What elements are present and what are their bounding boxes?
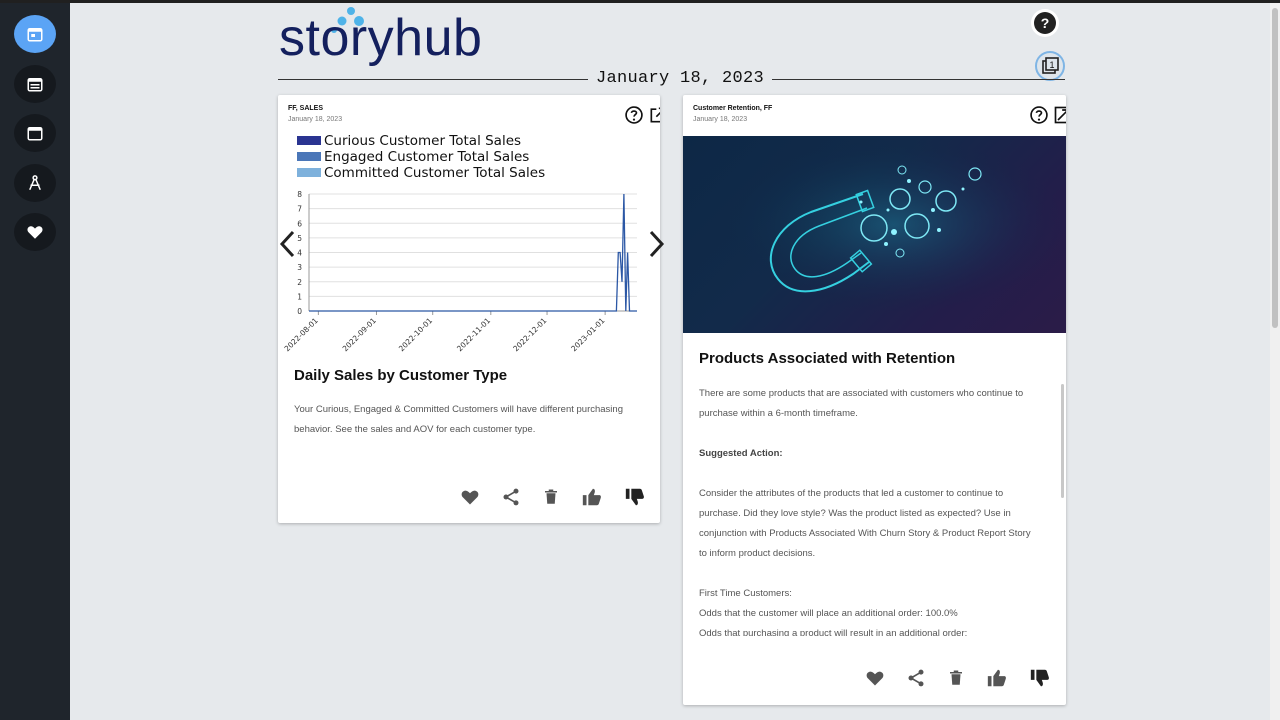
paragraph-intro: There are some products that are associa… [699, 388, 1024, 419]
card-title: Daily Sales by Customer Type [294, 367, 508, 384]
retention-illustration [683, 136, 1066, 333]
sidebar-item-today[interactable] [14, 15, 56, 53]
card-description: Your Curious, Engaged & Committed Custom… [294, 404, 623, 435]
share-icon[interactable] [501, 487, 521, 507]
help-button[interactable]: ? [1034, 12, 1056, 34]
legend-swatch [297, 168, 321, 177]
story-card-sales: FF, SALES January 18, 2023 Curious Custo… [278, 95, 660, 523]
heart-icon [27, 226, 43, 239]
card-title: Products Associated with Retention [699, 350, 956, 367]
y-tick-label: 4 [297, 249, 302, 258]
y-tick-label: 2 [297, 278, 302, 287]
calendar-today-icon [27, 28, 43, 42]
y-tick-label: 7 [297, 205, 302, 214]
calendar-month-icon [27, 127, 43, 141]
legend-swatch [297, 136, 321, 145]
previous-chart-arrow-icon[interactable] [278, 230, 296, 258]
heart-icon[interactable] [865, 668, 885, 688]
paragraph-action: Consider the attributes of the products … [699, 488, 1031, 559]
help-circle-icon[interactable] [624, 105, 644, 125]
legend-swatch [297, 152, 321, 161]
page-scrollbar[interactable] [1270, 3, 1280, 720]
legend-label: Curious Customer Total Sales [324, 133, 521, 149]
x-tick-label: 2022-08-01 [283, 316, 320, 353]
thumbs-down-icon[interactable] [1029, 667, 1051, 689]
compass-draw-icon [29, 175, 41, 191]
date-header: January 18, 2023 [588, 69, 773, 88]
paragraph-odds-order: Odds that the customer will place an add… [699, 608, 958, 619]
story-card-retention: Customer Retention, FF January 18, 2023 [683, 95, 1066, 705]
thumbs-up-icon[interactable] [581, 486, 603, 508]
y-tick-label: 3 [297, 263, 302, 272]
heart-icon[interactable] [460, 487, 480, 507]
thumbs-down-icon[interactable] [624, 486, 646, 508]
sidebar-item-favorites[interactable] [14, 213, 56, 251]
window-top-border [0, 0, 1280, 3]
sidebar-item-month[interactable] [14, 114, 56, 152]
card-tags: Customer Retention, FF [693, 105, 773, 112]
x-tick-label: 2022-10-01 [397, 316, 434, 353]
sidebar [0, 3, 70, 720]
card-date: January 18, 2023 [693, 116, 748, 123]
sidebar-item-week[interactable] [14, 65, 56, 103]
x-tick-label: 2023-01-01 [569, 316, 606, 353]
card-tags: FF, SALES [288, 105, 324, 112]
y-tick-label: 8 [297, 190, 302, 199]
magnet-people-illustration [683, 136, 1066, 333]
sidebar-item-explore[interactable] [14, 164, 56, 202]
x-tick-label: 2022-12-01 [511, 316, 548, 353]
legend-label: Engaged Customer Total Sales [324, 149, 529, 165]
page-scrollbar-thumb[interactable] [1272, 8, 1278, 328]
next-chart-arrow-icon[interactable] [648, 230, 666, 258]
story-stack-button[interactable]: 1 [1035, 51, 1065, 81]
stack-count: 1 [1049, 60, 1054, 70]
card-top-icons [624, 105, 660, 125]
share-icon[interactable] [906, 668, 926, 688]
calendar-week-icon [27, 78, 43, 92]
paragraph-odds-product: Odds that purchasing a product will resu… [699, 628, 968, 636]
y-tick-label: 0 [297, 307, 302, 316]
trash-icon[interactable] [542, 487, 560, 507]
description-scrollbar[interactable] [1061, 384, 1064, 498]
storyhub-logo: storyhub [279, 6, 539, 68]
stack-icon: 1 [1042, 57, 1059, 74]
logo-text: storyhub [279, 9, 483, 67]
card-description-scroll[interactable]: There are some products that are associa… [699, 384, 1037, 636]
suggested-action-heading: Suggested Action: [699, 448, 783, 459]
y-tick-label: 6 [297, 219, 302, 228]
sales-line-chart: Curious Customer Total SalesEngaged Cust… [283, 133, 637, 353]
card-actions [460, 486, 646, 508]
x-tick-label: 2022-11-01 [455, 316, 492, 353]
card-date: January 18, 2023 [288, 116, 343, 123]
y-tick-label: 1 [297, 292, 302, 301]
legend-label: Committed Customer Total Sales [324, 165, 545, 181]
y-tick-label: 5 [297, 234, 302, 243]
collapse-icon[interactable] [1053, 105, 1066, 125]
trash-icon[interactable] [947, 668, 965, 688]
x-tick-label: 2022-09-01 [341, 316, 378, 353]
open-external-icon[interactable] [648, 105, 660, 125]
thumbs-up-icon[interactable] [986, 667, 1008, 689]
card-actions [865, 667, 1051, 689]
help-circle-icon[interactable] [1029, 105, 1049, 125]
card-top-icons [1029, 105, 1066, 125]
paragraph-first-time-heading: First Time Customers: [699, 588, 792, 599]
